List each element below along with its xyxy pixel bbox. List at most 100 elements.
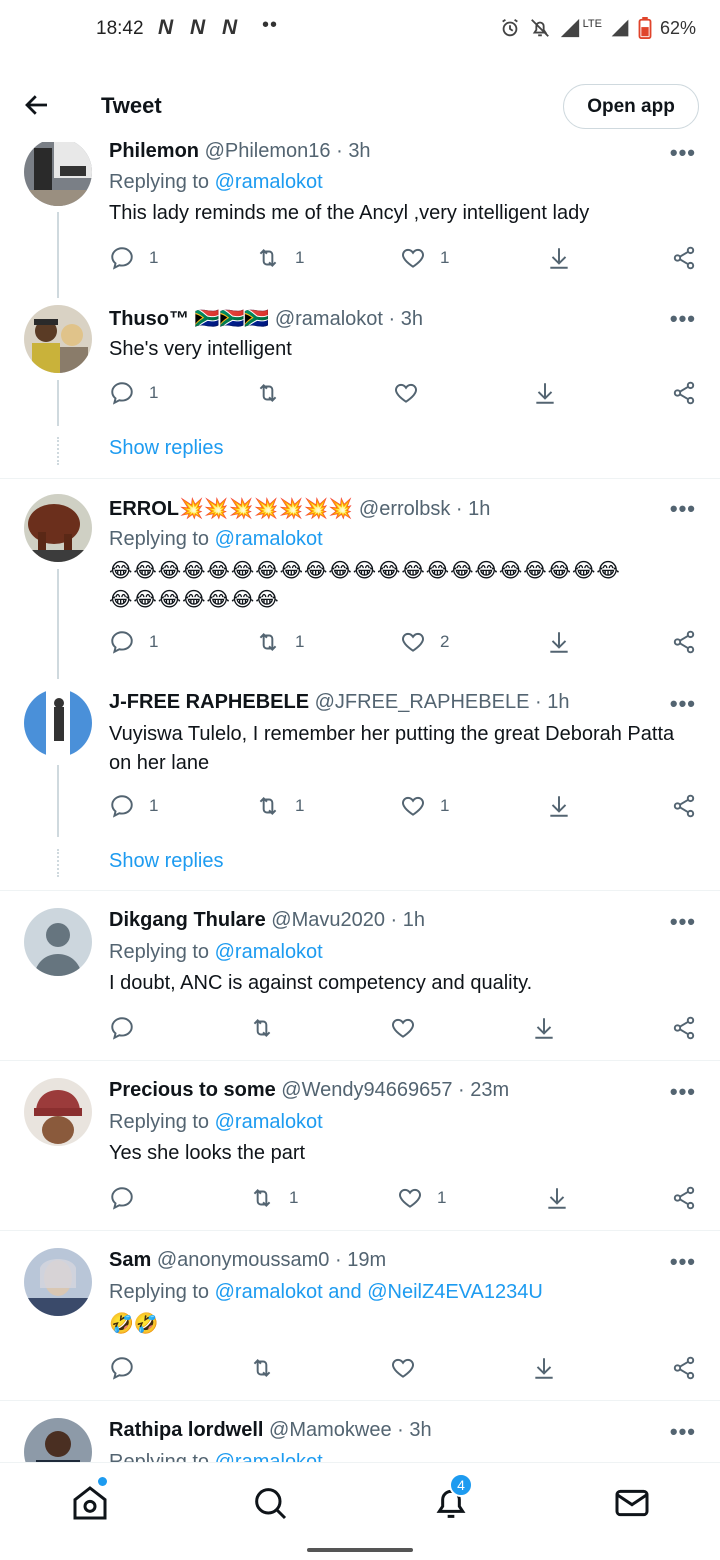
replying-to-link[interactable]: @ramalokot xyxy=(215,1451,323,1462)
share-button[interactable] xyxy=(671,793,697,819)
like-button[interactable]: 1 xyxy=(400,245,449,271)
download-button[interactable] xyxy=(544,1185,570,1211)
download-button[interactable] xyxy=(546,793,572,819)
reply-button[interactable] xyxy=(109,1185,135,1211)
nav-home[interactable] xyxy=(70,1477,110,1523)
share-button[interactable] xyxy=(671,1015,697,1041)
download-button[interactable] xyxy=(531,1355,557,1381)
more-options-icon[interactable]: ••• xyxy=(670,140,696,166)
tweet-thuso[interactable]: Thuso™ 🇿🇦🇿🇦🇿🇦 @ramalokot · 3h ••• She's … xyxy=(0,300,720,478)
replying-to-link[interactable]: @ramalokot xyxy=(215,1111,323,1133)
author-name[interactable]: J-FREE RAPHEBELE xyxy=(109,691,309,713)
avatar[interactable] xyxy=(24,1418,92,1462)
author-name[interactable]: Rathipa lordwell xyxy=(109,1419,263,1441)
timestamp[interactable]: 1h xyxy=(403,909,425,931)
like-button[interactable]: 2 xyxy=(400,629,449,655)
avatar[interactable] xyxy=(24,1248,92,1316)
more-options-icon[interactable]: ••• xyxy=(670,1079,696,1105)
author-handle[interactable]: @Philemon16 xyxy=(205,140,331,162)
like-button[interactable] xyxy=(393,380,433,406)
share-button[interactable] xyxy=(671,1185,697,1211)
retweet-button[interactable]: 1 xyxy=(249,1185,298,1211)
timestamp[interactable]: 3h xyxy=(348,140,370,162)
tweet-dikgang[interactable]: Dikgang Thulare @Mavu2020 · 1h ••• Reply… xyxy=(0,891,720,1060)
author-name[interactable]: Precious to some xyxy=(109,1079,276,1101)
replying-to-link[interactable]: @ramalokot xyxy=(215,941,323,963)
author-handle[interactable]: @errolbsk xyxy=(359,498,450,520)
avatar-default[interactable] xyxy=(24,908,92,976)
timestamp[interactable]: 19m xyxy=(347,1249,386,1271)
like-button[interactable] xyxy=(390,1015,416,1041)
more-options-icon[interactable]: ••• xyxy=(670,691,696,717)
avatar[interactable] xyxy=(24,494,92,562)
reply-button[interactable]: 1 xyxy=(109,245,158,271)
reply-button[interactable] xyxy=(109,1015,135,1041)
download-button[interactable] xyxy=(531,1015,557,1041)
more-options-icon[interactable]: ••• xyxy=(670,306,696,332)
replying-to-link[interactable]: @ramalokot xyxy=(215,528,323,550)
tweet-rathipa[interactable]: Rathipa lordwell @Mamokwee · 3h ••• Repl… xyxy=(0,1401,720,1462)
author-handle[interactable]: @anonymoussam0 xyxy=(157,1249,330,1271)
timestamp[interactable]: 3h xyxy=(409,1419,431,1441)
replying-to-label: Replying to xyxy=(109,528,210,550)
reply-button[interactable]: 1 xyxy=(109,793,158,819)
avatar[interactable] xyxy=(24,305,92,373)
share-button[interactable] xyxy=(671,245,697,271)
author-handle[interactable]: @Wendy94669657 xyxy=(281,1079,452,1101)
nav-notifications[interactable]: 4 xyxy=(431,1473,473,1523)
author-handle[interactable]: @ramalokot xyxy=(275,308,383,330)
download-button[interactable] xyxy=(546,245,572,271)
tweet-jfree[interactable]: J-FREE RAPHEBELE @JFREE_RAPHEBELE · 1h •… xyxy=(0,679,720,890)
retweet-button[interactable] xyxy=(255,380,295,406)
tweet-errol[interactable]: ERROL💥💥💥💥💥💥💥 @errolbsk · 1h ••• Replying… xyxy=(0,479,720,679)
share-button[interactable] xyxy=(671,380,697,406)
more-options-icon[interactable]: ••• xyxy=(670,909,696,935)
download-button[interactable] xyxy=(546,629,572,655)
replying-to-link[interactable]: @ramalokot xyxy=(215,171,323,193)
share-button[interactable] xyxy=(671,1355,697,1381)
show-replies-link[interactable]: Show replies xyxy=(109,850,224,873)
more-options-icon[interactable]: ••• xyxy=(670,1419,696,1445)
author-name[interactable]: Philemon xyxy=(109,140,199,162)
retweet-button[interactable]: 1 xyxy=(255,629,304,655)
timestamp[interactable]: 1h xyxy=(468,498,490,520)
author-handle[interactable]: @Mamokwee xyxy=(269,1419,392,1441)
tweet-sam[interactable]: Sam @anonymoussam0 · 19m ••• Replying to… xyxy=(0,1231,720,1400)
author-name[interactable]: Thuso™ xyxy=(109,308,189,330)
tweet-precious[interactable]: Precious to some @Wendy94669657 · 23m ••… xyxy=(0,1061,720,1230)
download-button[interactable] xyxy=(532,380,558,406)
nav-messages[interactable] xyxy=(612,1483,652,1523)
reply-button[interactable]: 1 xyxy=(109,380,158,406)
more-options-icon[interactable]: ••• xyxy=(670,496,696,522)
like-button[interactable]: 1 xyxy=(400,793,449,819)
open-app-button[interactable]: Open app xyxy=(563,84,699,129)
author-name[interactable]: ERROL xyxy=(109,498,179,520)
avatar[interactable] xyxy=(24,138,92,206)
share-button[interactable] xyxy=(671,629,697,655)
show-replies-link[interactable]: Show replies xyxy=(109,437,224,460)
retweet-button[interactable] xyxy=(249,1355,275,1381)
gesture-bar[interactable] xyxy=(307,1548,413,1552)
avatar[interactable] xyxy=(24,689,92,757)
avatar[interactable] xyxy=(24,1078,92,1146)
author-name[interactable]: Sam xyxy=(109,1249,151,1271)
reply-button[interactable] xyxy=(109,1355,135,1381)
reply-button[interactable]: 1 xyxy=(109,629,158,655)
retweet-button[interactable]: 1 xyxy=(255,793,304,819)
retweet-button[interactable] xyxy=(249,1015,275,1041)
author-handle[interactable]: @Mavu2020 xyxy=(271,909,385,931)
back-button[interactable] xyxy=(22,90,52,120)
heart-icon xyxy=(392,1358,414,1378)
author-name[interactable]: Dikgang Thulare xyxy=(109,909,266,931)
like-button[interactable]: 1 xyxy=(397,1185,446,1211)
replying-to-link[interactable]: @ramalokot and @NeilZ4EVA1234U xyxy=(215,1281,543,1303)
retweet-button[interactable]: 1 xyxy=(255,245,304,271)
timestamp[interactable]: 23m xyxy=(470,1079,509,1101)
author-handle[interactable]: @JFREE_RAPHEBELE xyxy=(315,691,530,713)
more-options-icon[interactable]: ••• xyxy=(670,1249,696,1275)
timestamp[interactable]: 1h xyxy=(547,691,569,713)
thread-dots xyxy=(57,849,59,877)
timestamp[interactable]: 3h xyxy=(401,308,423,330)
like-button[interactable] xyxy=(390,1355,416,1381)
nav-explore[interactable] xyxy=(250,1483,290,1523)
